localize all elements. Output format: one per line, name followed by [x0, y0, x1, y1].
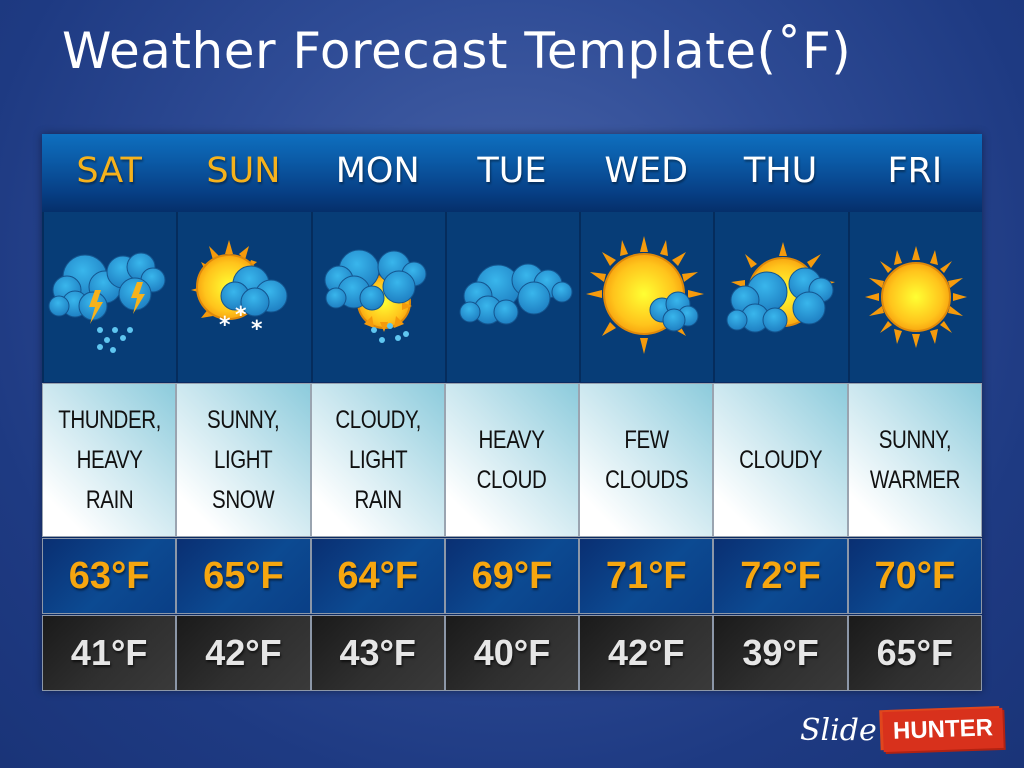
- low-temp-tue: 40°F: [444, 615, 580, 691]
- weather-icons-row: * * *: [42, 212, 982, 382]
- day-header-sat: SAT: [76, 151, 142, 191]
- icon-cell-tue: [444, 212, 580, 382]
- page-title: Weather Forecast Template(˚F): [62, 22, 852, 80]
- low-temp-wed: 42°F: [579, 615, 714, 691]
- high-temp-row: 63°F 65°F 64°F 69°F 71°F 72°F 70°F: [42, 538, 982, 614]
- condition-fri: SUNNY, WARMER: [847, 383, 982, 537]
- day-header-mon: MON: [335, 151, 420, 191]
- days-header-row: SAT SUN MON TUE WED THU FRI: [42, 134, 982, 212]
- svg-text:*: *: [251, 317, 263, 342]
- cloudy-icon: [726, 242, 835, 333]
- thunder-heavy-rain-icon: [48, 252, 166, 353]
- heavy-cloud-icon: [459, 263, 573, 325]
- condition-mon: CLOUDY, LIGHT RAIN: [310, 383, 445, 537]
- icon-cell-wed: [579, 212, 714, 382]
- icon-cell-thu: [713, 212, 848, 382]
- icon-cell-sat: [42, 212, 177, 382]
- few-clouds-icon: [586, 236, 705, 354]
- condition-sat: THUNDER, HEAVY RAIN: [42, 383, 177, 537]
- sunny-icon: [864, 246, 967, 348]
- low-temp-sat: 41°F: [42, 615, 177, 691]
- high-temp-fri: 70°F: [847, 538, 982, 614]
- high-temp-mon: 64°F: [310, 538, 445, 614]
- logo-slide-text: Slide: [800, 712, 877, 748]
- icon-cell-mon: [310, 212, 445, 382]
- high-temp-thu: 72°F: [713, 538, 848, 614]
- low-temp-mon: 43°F: [310, 615, 445, 691]
- forecast-table: SAT SUN MON TUE WED THU FRI * * * THUNDE…: [42, 134, 982, 691]
- day-header-sun: SUN: [206, 151, 281, 191]
- low-temp-sun: 42°F: [176, 615, 311, 691]
- day-header-tue: TUE: [477, 151, 547, 191]
- logo-hunter-badge: HUNTER: [882, 707, 1004, 753]
- high-temp-tue: 69°F: [444, 538, 580, 614]
- svg-text:*: *: [219, 313, 231, 338]
- slidehunter-logo: Slide HUNTER: [800, 703, 1004, 757]
- condition-sun: SUNNY, LIGHT SNOW: [176, 383, 311, 537]
- day-header-thu: THU: [743, 151, 818, 191]
- low-temp-row: 41°F 42°F 43°F 40°F 42°F 39°F 65°F: [42, 615, 982, 691]
- icon-cell-fri: [847, 212, 982, 382]
- low-temp-thu: 39°F: [713, 615, 848, 691]
- condition-wed: FEW CLOUDS: [579, 383, 714, 537]
- icon-cell-sun: * * *: [176, 212, 311, 382]
- day-header-fri: FRI: [887, 151, 943, 191]
- high-temp-sun: 65°F: [176, 538, 311, 614]
- high-temp-sat: 63°F: [42, 538, 177, 614]
- low-temp-fri: 65°F: [847, 615, 982, 691]
- day-header-wed: WED: [604, 151, 689, 191]
- condition-thu: CLOUDY: [713, 383, 848, 537]
- high-temp-wed: 71°F: [579, 538, 714, 614]
- cloudy-light-rain-icon: [324, 249, 427, 343]
- sunny-light-snow-icon: * **: [191, 240, 288, 342]
- svg-text:*: *: [235, 303, 247, 328]
- conditions-row: THUNDER, HEAVY RAIN SUNNY, LIGHT SNOW CL…: [42, 383, 982, 537]
- condition-tue: HEAVY CLOUD: [444, 383, 580, 537]
